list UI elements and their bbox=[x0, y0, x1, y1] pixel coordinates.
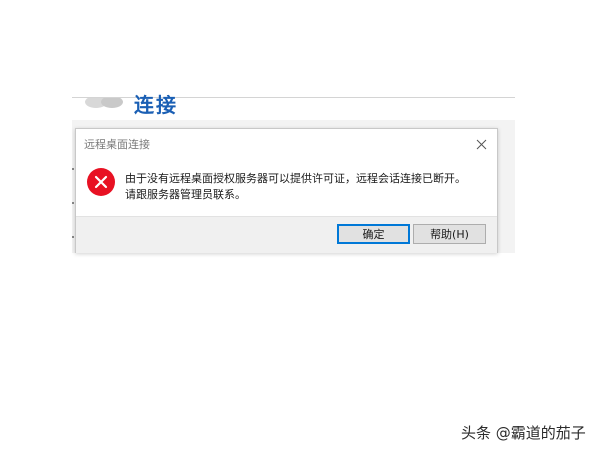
dialog-footer: 确定 帮助(H) bbox=[76, 216, 497, 253]
background-marker bbox=[72, 202, 74, 204]
watermark: 头条 @霸道的茄子 bbox=[461, 424, 586, 442]
background-marker bbox=[72, 168, 74, 170]
close-icon bbox=[476, 139, 486, 149]
error-icon bbox=[87, 168, 115, 196]
error-message-line: 请跟服务器管理员联系。 bbox=[125, 188, 246, 201]
remote-desktop-error-dialog: 远程桌面连接 由于没有远程桌面授权服务器可以提供许可证，远程会话连接已断开。 请… bbox=[75, 128, 498, 253]
dialog-title: 远程桌面连接 bbox=[84, 138, 150, 151]
dialog-content: 由于没有远程桌面授权服务器可以提供许可证，远程会话连接已断开。 请跟服务器管理员… bbox=[76, 159, 497, 215]
help-button[interactable]: 帮助(H) bbox=[413, 224, 486, 244]
remote-desktop-logo-icon bbox=[85, 98, 123, 108]
ok-button[interactable]: 确定 bbox=[337, 224, 410, 244]
background-window-title: 连接 bbox=[134, 93, 178, 117]
dialog-titlebar[interactable]: 远程桌面连接 bbox=[76, 129, 497, 159]
error-message-line: 由于没有远程桌面授权服务器可以提供许可证，远程会话连接已断开。 bbox=[125, 172, 466, 185]
error-message: 由于没有远程桌面授权服务器可以提供许可证，远程会话连接已断开。 请跟服务器管理员… bbox=[125, 171, 466, 203]
close-button[interactable] bbox=[471, 134, 491, 154]
background-marker bbox=[72, 236, 74, 238]
